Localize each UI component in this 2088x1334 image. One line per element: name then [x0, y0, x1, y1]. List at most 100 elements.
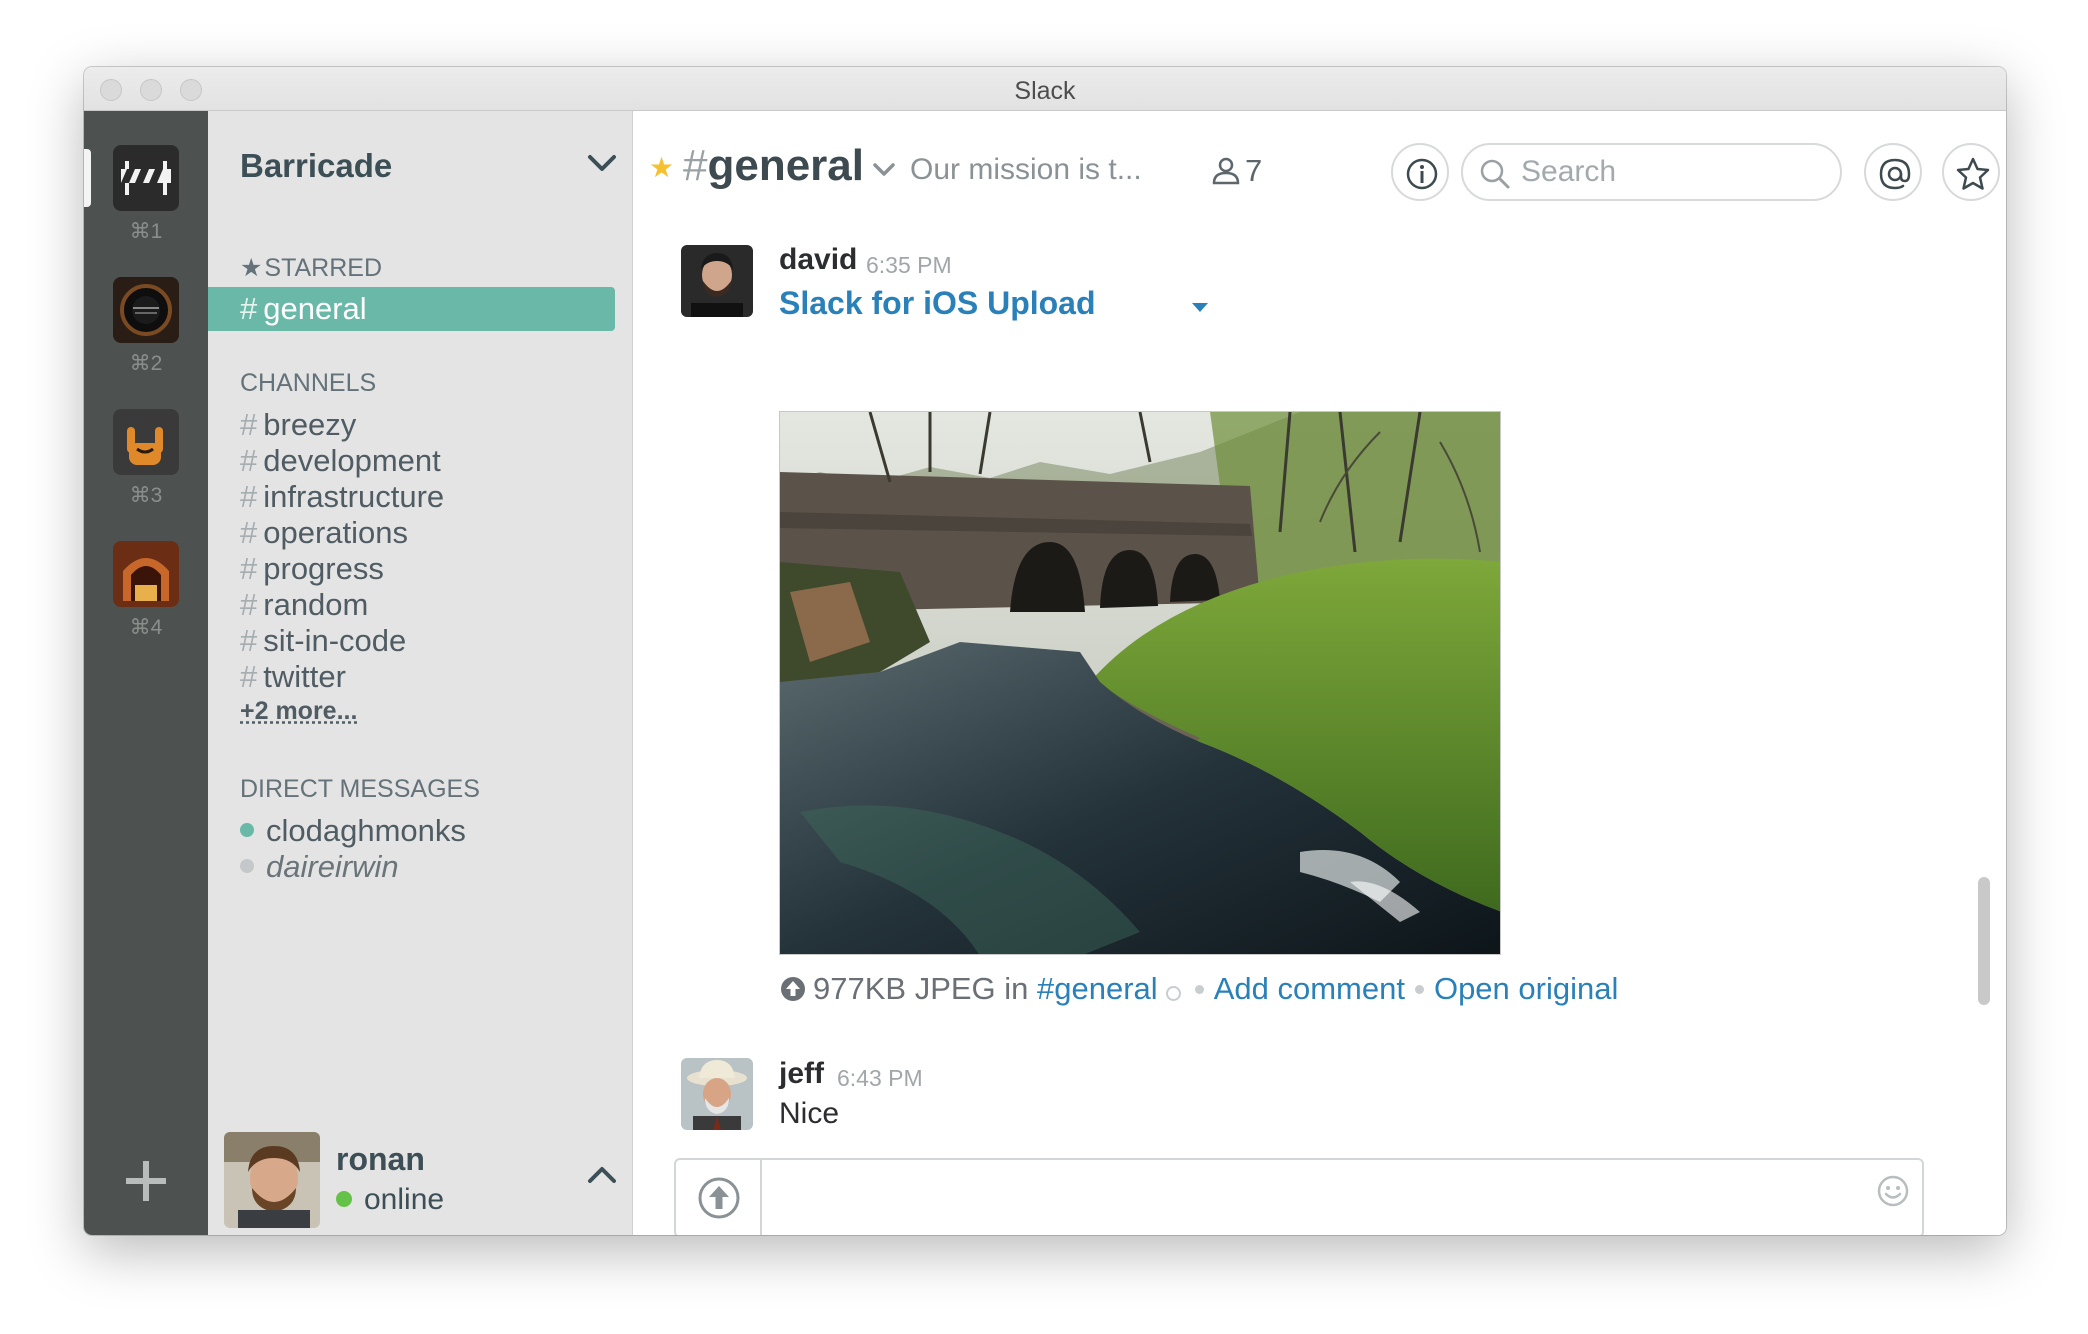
channel-name: twitter: [263, 659, 346, 694]
title-bar: Slack: [84, 67, 2006, 111]
circle-team-logo[interactable]: [113, 277, 179, 343]
message-timestamp[interactable]: 6:35 PM: [866, 252, 952, 279]
at-sign-icon: [1879, 158, 1911, 190]
channel-name: progress: [263, 551, 384, 586]
current-user-status: online: [336, 1183, 444, 1217]
hash-icon: #: [240, 407, 258, 442]
arch-team-logo[interactable]: [113, 541, 179, 607]
current-user-name: ronan: [336, 1141, 425, 1177]
team-shortcut: ⌘4: [129, 616, 163, 639]
starred-section-header: ★STARRED: [240, 254, 383, 282]
info-icon: [1406, 158, 1438, 190]
message-text: Nice: [779, 1097, 840, 1130]
channel-name: sit-in-code: [263, 623, 407, 658]
team-item-2[interactable]: ⌘2: [84, 277, 208, 376]
team-shortcut: ⌘2: [129, 352, 163, 375]
direct-messages-section-header[interactable]: DIRECT MESSAGES: [240, 775, 480, 804]
add-team-plus-icon[interactable]: [126, 1161, 166, 1201]
search-box[interactable]: [1461, 143, 1842, 201]
person-icon: [1212, 157, 1240, 185]
channels-section-header[interactable]: CHANNELS: [240, 369, 376, 398]
hash-icon: #: [240, 291, 258, 326]
chevron-down-icon[interactable]: [586, 147, 618, 179]
channel-purpose[interactable]: Our mission is t...: [910, 153, 1142, 187]
caret-down-icon[interactable]: [1189, 297, 1211, 319]
uploaded-photo[interactable]: [779, 411, 1501, 955]
mentions-button[interactable]: [1864, 143, 1922, 201]
current-user-panel[interactable]: ronan online: [208, 1121, 632, 1235]
team-name[interactable]: Barricade: [240, 147, 392, 185]
slack-window: Slack ⌘1 ⌘2 ⌘3 ⌘4 Barricade ★STARRED # g…: [84, 67, 2006, 1235]
channel-header: ★ #general Our mission is t... 7: [633, 111, 2006, 221]
file-meta-row: 977KB JPEG in #general Add comment Open or…: [779, 969, 1618, 1009]
message-composer: [674, 1158, 1924, 1235]
file-title-link[interactable]: Slack for iOS Upload: [779, 285, 1096, 322]
channel-name: random: [263, 587, 369, 622]
channel-info-button[interactable]: [1391, 143, 1449, 201]
message-author[interactable]: david: [779, 243, 857, 277]
star-icon: ★: [240, 254, 263, 282]
dm-name: daireirwin: [266, 849, 399, 884]
channel-name: infrastructure: [263, 479, 445, 514]
team-shortcut: ⌘1: [129, 220, 163, 243]
chevron-up-icon[interactable]: [586, 1159, 618, 1191]
upload-arrow-icon: [698, 1177, 740, 1219]
message-scrollbar[interactable]: [1978, 877, 1990, 1005]
hash-icon: #: [240, 443, 258, 478]
channel-name: development: [263, 443, 441, 478]
channel-title[interactable]: #general: [683, 141, 864, 191]
channel-name: general: [263, 291, 367, 326]
barricade-team-logo[interactable]: [113, 145, 179, 211]
channel-name: breezy: [263, 407, 357, 442]
message-input[interactable]: [776, 1178, 1846, 1218]
main-pane: ★ #general Our mission is t... 7 Search …: [633, 111, 2006, 1235]
channel-name: operations: [263, 515, 409, 550]
search-icon: [1480, 159, 1510, 189]
online-status-dot: [336, 1191, 352, 1207]
team-shortcut: ⌘3: [129, 484, 163, 507]
hash-icon: #: [240, 659, 258, 694]
avatar[interactable]: [681, 245, 753, 317]
member-count: 7: [1245, 153, 1263, 188]
hash-icon: #: [240, 479, 258, 514]
team-item-1[interactable]: ⌘1: [84, 145, 208, 244]
hash-icon: #: [240, 515, 258, 550]
file-size-type: 977KB JPEG in: [813, 971, 1029, 1006]
separator-dot: [1194, 985, 1204, 994]
window-title: Slack: [1014, 77, 1076, 105]
starred-items-button[interactable]: [1942, 143, 2000, 201]
avatar[interactable]: [681, 1058, 753, 1130]
message-timestamp[interactable]: 6:43 PM: [837, 1065, 923, 1092]
search-input[interactable]: [1521, 153, 1821, 191]
dm-item-daireirwin[interactable]: daireirwin: [240, 845, 399, 889]
presence-dot: [240, 823, 254, 837]
star-channel-icon[interactable]: ★: [649, 151, 674, 184]
open-original-link[interactable]: Open original: [1434, 971, 1618, 1006]
team-item-3[interactable]: ⌘3: [84, 409, 208, 508]
message-author[interactable]: jeff: [779, 1057, 824, 1091]
team-item-4[interactable]: ⌘4: [84, 541, 208, 640]
file-channel-link[interactable]: #general: [1037, 971, 1158, 1006]
emoji-smiley-icon[interactable]: [1876, 1174, 1910, 1208]
sidebar-channel-general[interactable]: # general: [208, 287, 615, 331]
share-count-icon: [1165, 986, 1181, 1001]
chevron-down-icon[interactable]: [870, 155, 898, 183]
dm-name: clodaghmonks: [266, 813, 466, 848]
message-list: david 6:35 PM Slack for iOS Upload 977KB…: [633, 221, 2006, 1130]
separator-dot: [1414, 985, 1424, 994]
team-switcher: ⌘1 ⌘2 ⌘3 ⌘4: [84, 111, 208, 1235]
upload-circle-icon: [781, 977, 805, 1001]
avatar[interactable]: [224, 1132, 320, 1228]
sidebar-channel-twitter[interactable]: # twitter: [240, 655, 346, 699]
more-channels-link[interactable]: +2 more...: [240, 697, 357, 726]
star-outline-icon: [1956, 157, 1990, 190]
presence-dot: [240, 859, 254, 873]
hash-icon: #: [240, 551, 258, 586]
channel-sidebar: Barricade ★STARRED # general CHANNELS # br…: [208, 111, 633, 1235]
photo-river-bridge: [780, 412, 1500, 954]
add-comment-link[interactable]: Add comment: [1214, 971, 1405, 1006]
member-count-button[interactable]: 7: [1211, 153, 1262, 189]
hash-icon: #: [240, 587, 258, 622]
rock-hand-team-logo[interactable]: [113, 409, 179, 475]
file-upload-button[interactable]: [676, 1160, 762, 1235]
